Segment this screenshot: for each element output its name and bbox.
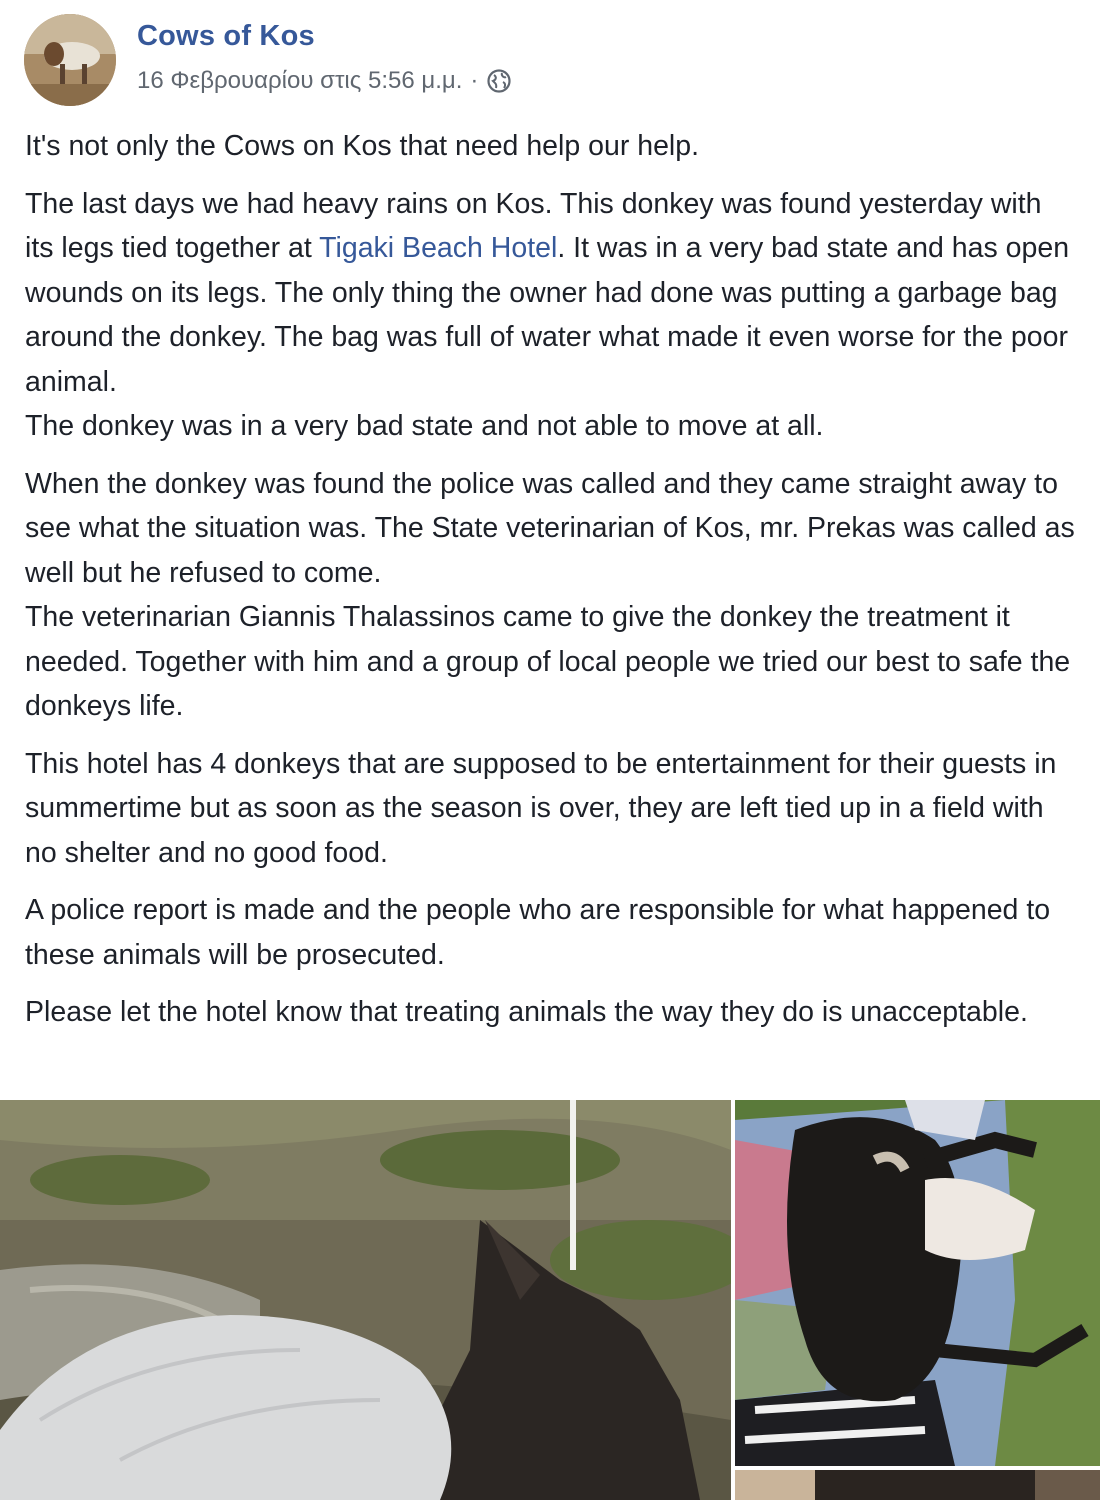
- post-paragraph: When the donkey was found the police was…: [25, 462, 1075, 729]
- post-paragraph: A police report is made and the people w…: [25, 888, 1075, 977]
- post-paragraph: This hotel has 4 donkeys that are suppos…: [25, 742, 1075, 876]
- paragraph-text: Please let the hotel know that treating …: [25, 996, 1028, 1028]
- facebook-post: Cows of Kos 16 Φεβρουαρίου στις 5:56 μ.μ…: [0, 0, 1100, 1500]
- page-name-link[interactable]: Cows of Kos: [137, 20, 315, 53]
- page-avatar[interactable]: [24, 14, 116, 106]
- paragraph-text: The donkey was in a very bad state and n…: [25, 410, 824, 442]
- donkey-photo-side-bottom[interactable]: [735, 1470, 1100, 1500]
- paragraph-text: The veterinarian Giannis Thalassinos cam…: [25, 601, 1071, 722]
- post-paragraph: It's not only the Cows on Kos that need …: [25, 124, 1075, 169]
- post-meta: 16 Φεβρουαρίου στις 5:56 μ.μ. ·: [137, 67, 512, 95]
- donkey-photo-main[interactable]: [0, 1100, 731, 1500]
- donkey-photo-side[interactable]: [735, 1100, 1100, 1466]
- tigaki-beach-hotel-link[interactable]: Tigaki Beach Hotel: [319, 232, 557, 264]
- post-paragraph: Please let the hotel know that treating …: [25, 990, 1075, 1035]
- post-timestamp[interactable]: 16 Φεβρουαρίου στις 5:56 μ.μ.: [137, 67, 462, 95]
- paragraph-text: This hotel has 4 donkeys that are suppos…: [25, 747, 1057, 869]
- paragraph-text: A police report is made and the people w…: [25, 894, 1051, 971]
- post-body: It's not only the Cows on Kos that need …: [25, 124, 1075, 1048]
- paragraph-text: When the donkey was found the police was…: [25, 467, 1075, 589]
- paragraph-text: It's not only the Cows on Kos that need …: [25, 130, 700, 162]
- post-paragraph: The last days we had heavy rains on Kos.…: [25, 182, 1075, 449]
- photo-grid: [0, 1100, 1100, 1500]
- meta-separator: ·: [470, 67, 479, 94]
- post-header: Cows of Kos 16 Φεβρουαρίου στις 5:56 μ.μ…: [24, 14, 924, 106]
- globe-icon[interactable]: [486, 68, 512, 94]
